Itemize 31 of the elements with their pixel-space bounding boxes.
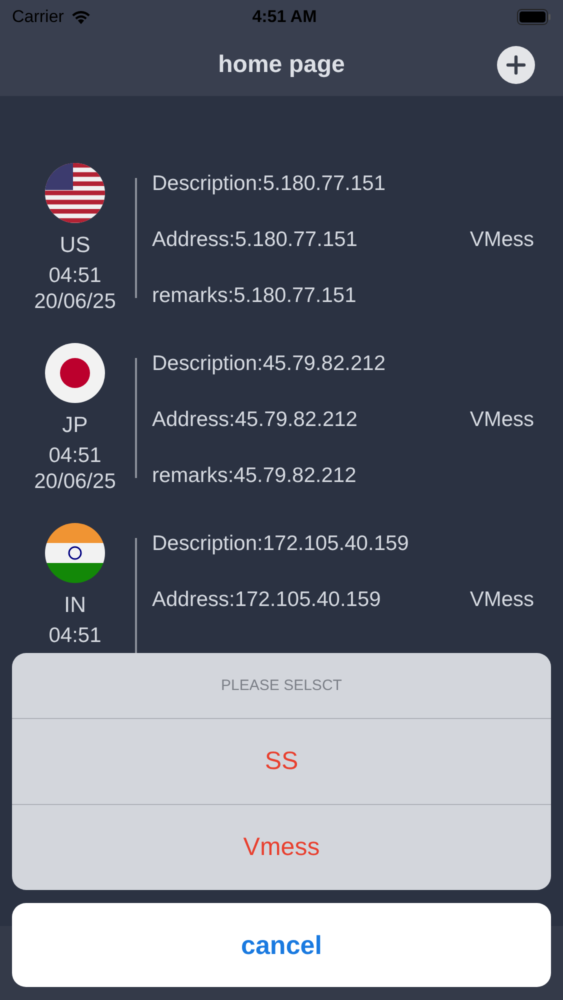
server-row[interactable]: JP 04:51 20/06/25 Description:45.79.82.212 Address:45.79.82.212 VMess remarks:45.79.82.212 xyxy=(0,335,563,515)
flag-icon xyxy=(45,523,105,583)
protocol-label: VMess xyxy=(470,587,534,613)
page-title: home page xyxy=(218,51,345,79)
protocol-label: VMess xyxy=(470,407,534,433)
country-code: IN xyxy=(64,591,86,619)
description-text: Description:45.79.82.212 xyxy=(152,351,386,377)
wifi-icon xyxy=(70,9,92,25)
protocol-label: VMess xyxy=(470,227,534,253)
country-code: JP xyxy=(62,411,88,439)
country-code: US xyxy=(60,231,90,259)
date-label: 20/06/25 xyxy=(34,289,116,315)
sheet-title: PLEASE SELSCT xyxy=(220,676,343,696)
description-text: Description:5.180.77.151 xyxy=(152,171,386,197)
add-button[interactable] xyxy=(497,46,535,84)
remarks-text: remarks:45.79.82.212 xyxy=(152,463,358,489)
clock-time: 4:51 AM xyxy=(251,7,318,27)
address-text: Address:172.105.40.159 xyxy=(152,587,381,613)
address-text: Address:45.79.82.212 xyxy=(152,407,358,433)
cancel-button[interactable]: cancel xyxy=(12,903,551,987)
address-text: Address:5.180.77.151 xyxy=(152,227,358,253)
description-text: Description:172.105.40.159 xyxy=(152,531,410,557)
remarks-text: remarks:5.180.77.151 xyxy=(152,283,358,309)
battery-icon xyxy=(517,9,551,25)
plus-icon xyxy=(506,55,526,75)
time-label: 04:51 xyxy=(48,443,102,469)
carrier-label: Carrier xyxy=(12,7,64,27)
time-label: 04:51 xyxy=(48,623,102,649)
date-label: 20/06/25 xyxy=(34,469,116,495)
time-label: 04:51 xyxy=(48,263,102,289)
server-row[interactable]: US 04:51 20/06/25 Description:5.180.77.151 Address:5.180.77.151 VMess remarks:5.180.77.151 xyxy=(0,155,563,335)
